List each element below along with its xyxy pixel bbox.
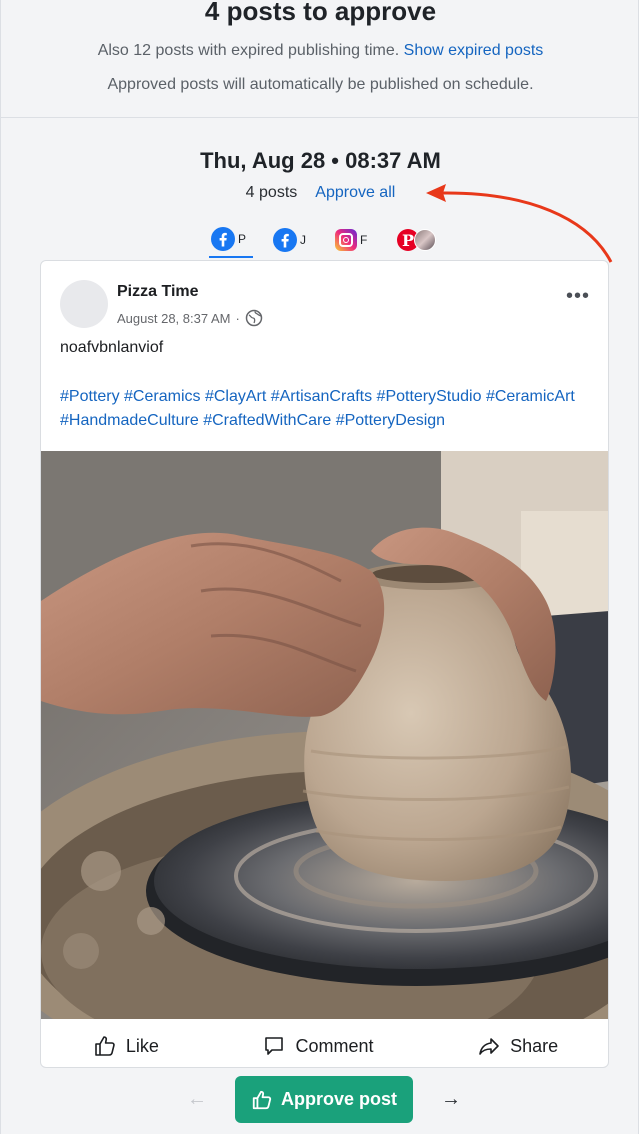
approval-header: 4 posts to approve Also 12 posts with ex… bbox=[0, 0, 639, 118]
next-post-arrow[interactable]: → bbox=[441, 1088, 461, 1111]
comment-button[interactable]: Comment bbox=[262, 1034, 374, 1058]
approve-post-button[interactable]: Approve post bbox=[235, 1076, 413, 1123]
comment-icon bbox=[265, 1037, 284, 1055]
like-button[interactable]: Like bbox=[93, 1034, 159, 1058]
share-button[interactable]: Share bbox=[477, 1034, 558, 1058]
approve-post-label: Approve post bbox=[280, 1089, 397, 1109]
approval-pager: ← Approve post → bbox=[1, 1076, 639, 1124]
post-preview-card: Pizza Time August 28, 8:37 AM · ••• noaf… bbox=[40, 260, 609, 1068]
thumbs-up-icon bbox=[95, 1036, 115, 1056]
post-text: noafvbnlanviof bbox=[60, 339, 164, 356]
approve-all-link[interactable]: Approve all bbox=[315, 184, 395, 201]
post-count: 4 posts bbox=[245, 184, 298, 201]
tab-label: F bbox=[360, 233, 368, 247]
page-title: 4 posts to approve bbox=[204, 0, 437, 26]
post-more-options-button[interactable]: ••• bbox=[566, 286, 590, 306]
facebook-icon bbox=[273, 228, 297, 252]
post-image bbox=[41, 451, 608, 1019]
post-action-bar: Like Comment Share bbox=[41, 1023, 608, 1067]
tab-label: J bbox=[300, 233, 306, 247]
post-timestamp: August 28, 8:37 AM bbox=[117, 310, 231, 326]
previous-post-arrow[interactable]: ← bbox=[187, 1088, 207, 1111]
page-name: Pizza Time bbox=[117, 283, 199, 300]
show-expired-posts-link[interactable]: Show expired posts bbox=[404, 42, 544, 59]
thumbs-up-icon bbox=[252, 1090, 272, 1109]
meta-separator: · bbox=[235, 310, 240, 326]
instagram-icon bbox=[335, 229, 357, 251]
tab-facebook-j[interactable]: J bbox=[271, 222, 333, 258]
annotation-arrow-icon bbox=[426, 184, 613, 263]
share-icon bbox=[479, 1038, 499, 1055]
share-label: Share bbox=[510, 1035, 559, 1056]
approval-main: Thu, Aug 28 • 08:37 AM 4 posts Approve al… bbox=[0, 118, 639, 1134]
page-avatar bbox=[60, 280, 108, 328]
facebook-icon bbox=[211, 227, 235, 251]
tab-label: P bbox=[238, 232, 247, 246]
post-meta: August 28, 8:37 AM · bbox=[117, 309, 263, 327]
post-hashtags: #Pottery #Ceramics #ClayArt #ArtisanCraf… bbox=[60, 388, 575, 429]
tab-instagram-f[interactable]: F bbox=[333, 222, 395, 258]
expired-posts-text: Also 12 posts with expired publishing ti… bbox=[97, 42, 400, 59]
globe-icon bbox=[245, 309, 263, 327]
expired-posts-notice: Also 12 posts with expired publishing ti… bbox=[1, 42, 639, 60]
pottery-photo bbox=[41, 451, 608, 1019]
schedule-date-heading: Thu, Aug 28 • 08:37 AM bbox=[200, 148, 441, 173]
auto-publish-note: Approved posts will automatically be pub… bbox=[107, 76, 534, 93]
like-label: Like bbox=[125, 1035, 159, 1056]
tab-facebook-p[interactable]: P bbox=[209, 222, 253, 258]
comment-label: Comment bbox=[295, 1035, 374, 1056]
